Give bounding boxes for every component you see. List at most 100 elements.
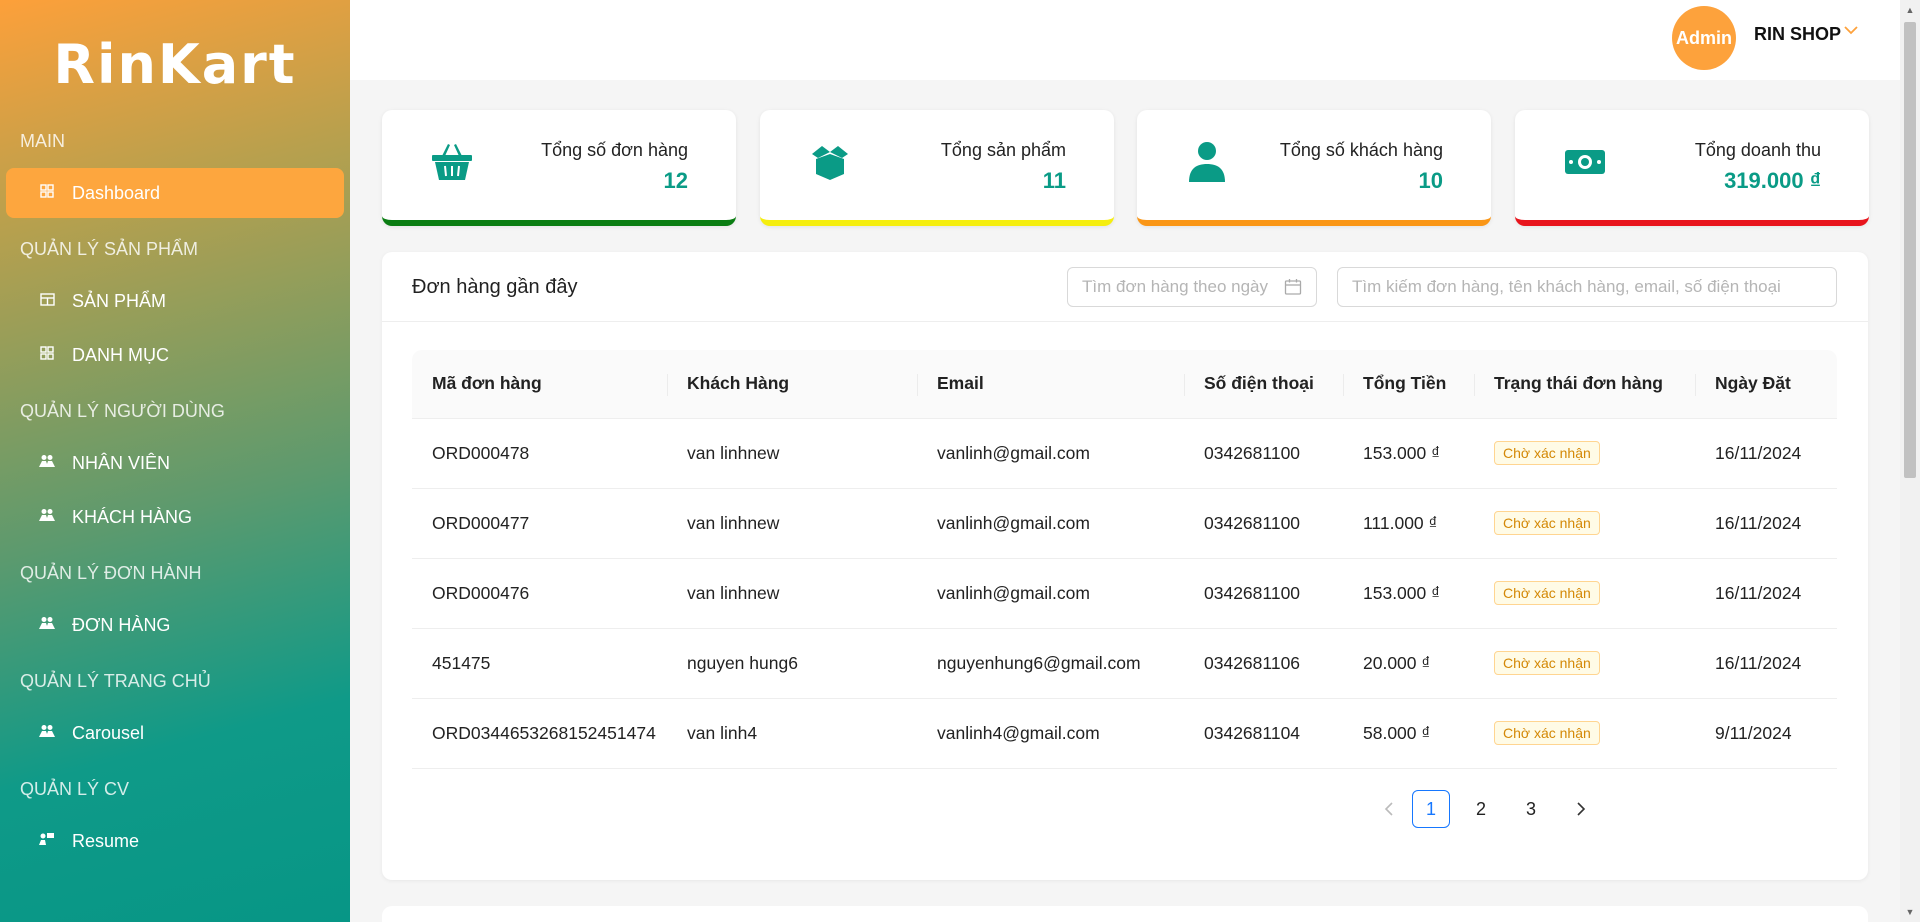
table-cell: vanlinh4@gmail.com <box>917 698 1184 769</box>
table-cell: 153.000 ₫ <box>1343 558 1474 629</box>
column-header: Số điện thoại <box>1184 350 1343 419</box>
table-cell: 153.000 ₫ <box>1343 418 1474 489</box>
table-row[interactable]: 451475 nguyen hung6 nguyenhung6@gmail.com 0… <box>412 628 1837 699</box>
table-cell: vanlinh@gmail.com <box>917 558 1184 629</box>
grid-icon <box>36 346 58 364</box>
sidebar-item-label: Carousel <box>72 722 145 743</box>
table-cell: van linhnew <box>667 418 917 489</box>
status-badge: Chờ xác nhận <box>1494 651 1600 675</box>
sidebar-section-title: QUẢN LÝ TRANG CHỦ <box>20 671 211 691</box>
prev-page-button[interactable] <box>1370 790 1408 828</box>
status-badge: Chờ xác nhận <box>1494 581 1600 605</box>
table-cell: 0342681100 <box>1184 418 1343 489</box>
sidebar-section-orders: QUẢN LÝ ĐƠN HÀNH ĐƠN HÀNG <box>0 546 350 650</box>
table-row[interactable]: ORD000476 van linhnew vanlinh@gmail.com 034… <box>412 558 1837 629</box>
money-icon <box>1565 150 1605 174</box>
sidebar-section-title: MAIN <box>20 131 65 151</box>
table-cell: ORD0344653268152451474 <box>412 698 667 769</box>
table-cell: Chờ xác nhận <box>1474 558 1695 629</box>
users-icon <box>36 454 58 472</box>
card-value: 11 <box>1042 168 1066 193</box>
column-header: Mã đơn hàng <box>412 350 667 419</box>
store-icon <box>36 292 58 311</box>
table-cell: 0342681100 <box>1184 488 1343 559</box>
users-icon <box>36 616 58 634</box>
table-cell: Chờ xác nhận <box>1474 488 1695 559</box>
sidebar-item-resume[interactable]: Resume <box>6 816 344 866</box>
sidebar-item-dashboard[interactable]: Dashboard <box>6 168 344 218</box>
table-header-row: Mã đơn hàng Khách Hàng Email Số điện tho… <box>412 350 1837 419</box>
table-cell: 0342681100 <box>1184 558 1343 629</box>
table-cell: Chờ xác nhận <box>1474 698 1695 769</box>
date-filter-input[interactable] <box>1067 267 1317 307</box>
table-row[interactable]: ORD000477 van linhnew vanlinh@gmail.com 034… <box>412 488 1837 559</box>
sidebar-section-products: QUẢN LÝ SẢN PHẨM SẢN PHẨM DANH MỤC <box>0 222 350 380</box>
table-cell: ORD000477 <box>412 488 667 559</box>
search-input[interactable] <box>1337 267 1837 307</box>
scroll-down-arrow[interactable]: ▼ <box>1904 906 1916 918</box>
column-header: Ngày Đặt <box>1695 350 1837 419</box>
panel-title: Đơn hàng gần đây <box>412 276 578 298</box>
orders-table: Mã đơn hàng Khách Hàng Email Số điện tho… <box>412 350 1837 769</box>
table-cell: nguyen hung6 <box>667 628 917 699</box>
calendar-icon[interactable] <box>1284 278 1302 296</box>
page-button-1[interactable]: 1 <box>1412 790 1450 828</box>
divider <box>382 321 1868 322</box>
sidebar-item-categories[interactable]: DANH MỤC <box>6 330 344 380</box>
status-badge: Chờ xác nhận <box>1494 721 1600 745</box>
table-cell: 16/11/2024 <box>1695 628 1837 699</box>
table-cell: nguyenhung6@gmail.com <box>917 628 1184 699</box>
table-cell: 0342681104 <box>1184 698 1343 769</box>
card-value: 12 <box>663 168 688 193</box>
column-header: Email <box>917 350 1184 419</box>
table-cell: van linh4 <box>667 698 917 769</box>
users-icon <box>36 508 58 526</box>
page-button-3[interactable]: 3 <box>1512 790 1550 828</box>
sidebar-section-title: QUẢN LÝ NGƯỜI DÙNG <box>20 401 225 421</box>
sidebar-item-customers[interactable]: KHÁCH HÀNG <box>6 492 344 542</box>
table-cell: vanlinh@gmail.com <box>917 488 1184 559</box>
scrollbar-thumb[interactable] <box>1904 22 1916 478</box>
card-value: 319.000 ₫ <box>1724 168 1821 193</box>
scroll-up-arrow[interactable]: ▲ <box>1904 4 1916 16</box>
table-cell: van linhnew <box>667 558 917 629</box>
status-badge: Chờ xác nhận <box>1494 441 1600 465</box>
user-icon <box>1189 142 1225 182</box>
sidebar-item-label: Dashboard <box>72 182 161 203</box>
next-panel <box>382 906 1868 922</box>
sidebar-item-orders[interactable]: ĐƠN HÀNG <box>6 600 344 650</box>
table-cell: ORD000476 <box>412 558 667 629</box>
table-row[interactable]: ORD000478 van linhnew vanlinh@gmail.com 034… <box>412 418 1837 489</box>
recent-orders-panel: Đơn hàng gần đây Mã đơn hàng Khách Hàng … <box>382 252 1868 880</box>
next-page-button[interactable] <box>1562 790 1600 828</box>
table-cell: Chờ xác nhận <box>1474 418 1695 489</box>
table-cell: 16/11/2024 <box>1695 488 1837 559</box>
sidebar-section-cv: QUẢN LÝ CV Resume <box>0 762 350 866</box>
page-button-2[interactable]: 2 <box>1462 790 1500 828</box>
table-row[interactable]: ORD0344653268152451474 van linh4 vanlinh4@… <box>412 698 1837 769</box>
avatar[interactable]: Admin <box>1672 6 1736 70</box>
table-cell: vanlinh@gmail.com <box>917 418 1184 489</box>
chevron-down-icon[interactable] <box>1843 22 1859 38</box>
sidebar-item-label: NHÂN VIÊN <box>72 452 171 473</box>
table-cell: ORD000478 <box>412 418 667 489</box>
sidebar-item-carousel[interactable]: Carousel <box>6 708 344 758</box>
table-cell: van linhnew <box>667 488 917 559</box>
card-title: Tổng số đơn hàng <box>541 140 688 160</box>
table-cell: 451475 <box>412 628 667 699</box>
shop-name[interactable]: RIN SHOP <box>1754 24 1841 45</box>
sidebar-item-employees[interactable]: NHÂN VIÊN <box>6 438 344 488</box>
table-cell: 16/11/2024 <box>1695 418 1837 489</box>
column-header: Khách Hàng <box>667 350 917 419</box>
table-cell: 111.000 ₫ <box>1343 488 1474 559</box>
status-badge: Chờ xác nhận <box>1494 511 1600 535</box>
sidebar-section-title: QUẢN LÝ ĐƠN HÀNH <box>20 563 202 583</box>
box-icon <box>812 146 848 180</box>
card-title: Tổng sản phẩm <box>940 140 1066 160</box>
sidebar-item-label: Resume <box>72 830 140 851</box>
sidebar-item-products[interactable]: SẢN PHẨM <box>6 276 344 326</box>
card-title: Tổng doanh thu <box>1694 140 1821 160</box>
table-cell: Chờ xác nhận <box>1474 628 1695 699</box>
sidebar-item-label: SẢN PHẨM <box>72 290 167 311</box>
users-icon <box>36 724 58 742</box>
